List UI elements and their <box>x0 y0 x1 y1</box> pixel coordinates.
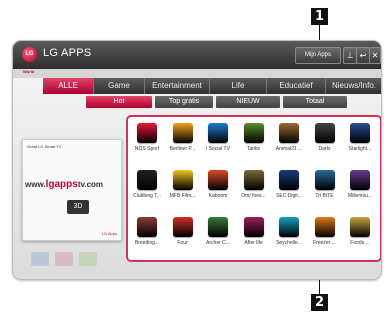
app-label: After life <box>244 240 263 246</box>
app-tile[interactable]: Seychelle... <box>272 217 306 246</box>
app-label: Breeding... <box>134 240 160 246</box>
app-label: Freezer ... <box>313 240 336 246</box>
sub-bar <box>13 69 381 78</box>
app-label: Kaboom <box>208 193 228 199</box>
app-icon <box>314 217 335 237</box>
app-icon <box>172 217 193 237</box>
app-label: Clubbing T... <box>133 193 161 199</box>
app-icon <box>208 123 228 143</box>
app-label: Four <box>177 240 188 246</box>
app-grid: NOS Sport Berliner P... i Social TV Tanks An… <box>126 115 381 262</box>
tab-game[interactable]: Game <box>94 78 145 94</box>
app-tile[interactable]: Tanks <box>237 123 271 152</box>
promo-footer: LG Apps <box>101 231 117 236</box>
app-label: i Social TV <box>206 146 230 152</box>
app-icon <box>350 217 370 237</box>
app-icon <box>243 123 264 143</box>
app-tile[interactable]: MFB Film... <box>166 170 200 199</box>
app-label: Tanks <box>246 146 261 152</box>
background-icon <box>55 252 73 266</box>
callout-marker-2: 2 <box>311 294 328 311</box>
app-tile[interactable]: Tri BITE <box>308 170 342 199</box>
filter-nieuw[interactable]: NIEUW <box>216 96 280 108</box>
app-tile[interactable]: Berliner P... <box>166 123 200 152</box>
app-tile[interactable]: Millenniu... <box>343 170 377 199</box>
app-icon <box>243 170 264 190</box>
tab-entertainment[interactable]: Entertainment <box>145 78 210 94</box>
app-tile[interactable]: NOS Sport <box>130 123 164 152</box>
app-label: Foods ... <box>350 240 370 246</box>
app-icon <box>279 170 299 190</box>
app-icon <box>172 170 193 190</box>
app-label: Tri BITE <box>315 193 334 199</box>
app-label: MFB Film... <box>169 193 196 199</box>
app-tile[interactable]: Breeding... <box>130 217 164 246</box>
app-icon <box>208 170 228 190</box>
tab-nieuws-info[interactable]: Nieuws/Info. <box>326 78 381 94</box>
app-title: LG APPS <box>43 47 92 59</box>
callout-marker-1: 1 <box>311 8 328 25</box>
app-label: SEC Digit... <box>276 193 302 199</box>
app-icon <box>314 170 335 190</box>
promo-url: www.lgappstv.com <box>25 179 104 190</box>
background-icon <box>31 252 49 266</box>
tv-screen: LG LG APPS Mijn Apps ⊥ ↩ ✕ World ALLE Ga… <box>12 40 382 280</box>
app-tile[interactable]: Clubbing T... <box>130 170 164 199</box>
filter-top-gratis[interactable]: Top gratis <box>155 96 213 108</box>
world-label: World <box>23 69 35 74</box>
app-label: NOS Sport <box>134 146 160 152</box>
app-icon <box>172 123 193 143</box>
pin-icon[interactable]: ⊥ <box>343 47 357 64</box>
app-tile[interactable]: Darts <box>308 123 342 152</box>
promo-banner[interactable]: Great LG Smart TV www.lgappstv.com 3D LG… <box>22 139 122 241</box>
back-icon[interactable]: ↩ <box>356 47 370 64</box>
app-label: Darts <box>318 146 331 152</box>
app-tile[interactable]: Kaboom <box>201 170 235 199</box>
app-tile[interactable]: Freezer ... <box>308 217 342 246</box>
app-icon <box>350 170 370 190</box>
app-tile[interactable]: i Social TV <box>201 123 235 152</box>
filter-totaal[interactable]: Totaal <box>283 96 347 108</box>
title-bar: LG LG APPS Mijn Apps ⊥ ↩ ✕ <box>13 41 381 69</box>
close-icon[interactable]: ✕ <box>369 47 381 64</box>
app-tile[interactable]: Starlight... <box>343 123 377 152</box>
app-label: Archer C... <box>206 240 230 246</box>
app-icon <box>243 217 264 237</box>
filter-hot[interactable]: Hot <box>86 96 152 108</box>
tab-alle[interactable]: ALLE <box>43 78 94 94</box>
app-tile[interactable]: Om/ foes... <box>237 170 271 199</box>
promo-header: Great LG Smart TV <box>27 144 62 149</box>
app-icon <box>208 217 228 237</box>
app-tile[interactable]: Archer C... <box>201 217 235 246</box>
app-label: Starlight... <box>348 146 372 152</box>
app-label: Millenniu... <box>348 193 372 199</box>
app-label: Animal21 ... <box>275 146 303 152</box>
mijn-apps-button[interactable]: Mijn Apps <box>295 47 341 64</box>
promo-3d-badge: 3D <box>67 200 89 214</box>
app-tile[interactable]: Animal21 ... <box>272 123 306 152</box>
filter-tabs: Hot Top gratis NIEUW Totaal <box>86 96 347 108</box>
app-icon <box>137 123 157 143</box>
category-tabs: ALLE Game Entertainment Life Educatief N… <box>43 78 381 94</box>
tab-life[interactable]: Life <box>210 78 267 94</box>
app-icon <box>314 123 335 143</box>
app-icon <box>137 217 157 237</box>
app-label: Om/ foes... <box>241 193 266 199</box>
app-icon <box>279 217 299 237</box>
app-icon <box>279 123 299 143</box>
tab-educatief[interactable]: Educatief <box>267 78 326 94</box>
app-label: Seychelle... <box>276 240 302 246</box>
app-tile[interactable]: SEC Digit... <box>272 170 306 199</box>
app-tile[interactable]: Foods ... <box>343 217 377 246</box>
lg-logo-icon: LG <box>22 47 37 62</box>
app-label: Berliner P... <box>169 146 196 152</box>
app-icon <box>137 170 157 190</box>
background-icon <box>79 252 97 266</box>
app-tile[interactable]: Four <box>166 217 200 246</box>
app-tile[interactable]: After life <box>237 217 271 246</box>
app-icon <box>350 123 370 143</box>
